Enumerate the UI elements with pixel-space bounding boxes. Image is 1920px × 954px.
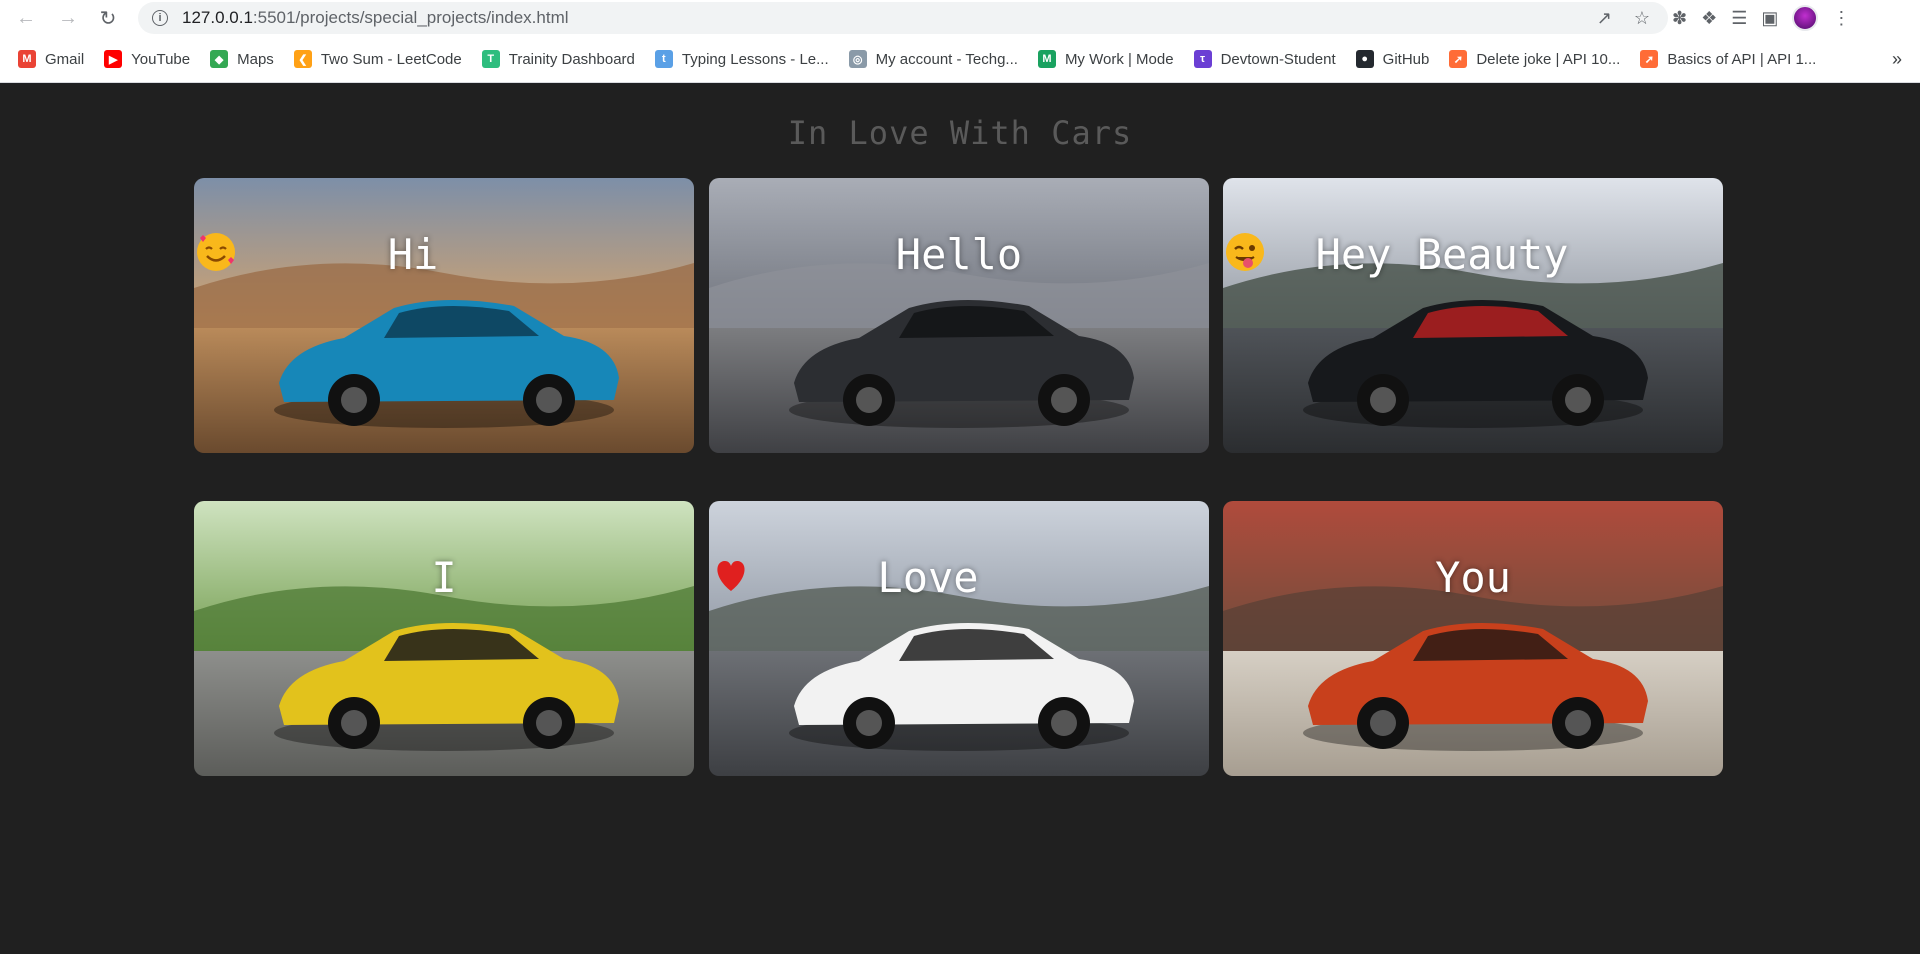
browser-toolbar: ← → ↻ i 127.0.0.1:5501/projects/special_… (0, 0, 1920, 36)
smiling-face-with-hearts-icon (197, 231, 500, 275)
reload-icon[interactable]: ↻ (92, 2, 124, 34)
side-panel-icon[interactable]: ▣ (1761, 8, 1778, 29)
car-photo (1223, 178, 1723, 453)
maps-icon: ◆ (210, 50, 229, 68)
bookmark-label: Maps (237, 50, 274, 68)
share-icon[interactable]: ↗ (1597, 8, 1612, 29)
bookmark-item[interactable]: M Gmail (18, 50, 84, 68)
bookmark-item[interactable]: ➚ Delete joke | API 10... (1449, 50, 1620, 68)
car-card[interactable]: Love (709, 501, 1209, 776)
media-control-icon[interactable]: ☰ (1731, 8, 1747, 29)
bookmark-label: Typing Lessons - Le... (681, 50, 829, 68)
card-caption-text: You (1435, 553, 1511, 602)
bug-extension-icon[interactable]: ✽ (1672, 8, 1687, 29)
winking-face-with-tongue-icon (1226, 231, 1630, 275)
card-caption: I (194, 553, 694, 602)
postman-icon: ➚ (1449, 50, 1468, 68)
leetcode-icon: ❮ (293, 50, 312, 68)
card-caption-text: Love (877, 553, 979, 602)
back-arrow-icon[interactable]: ← (10, 2, 42, 34)
bookmarks-bar: M Gmail ▶ YouTube ◆ Maps ❮ Two Sum - LeetCode T T… (0, 36, 1920, 83)
card-caption: Hello (709, 230, 1209, 279)
bookmarks-overflow-chevron-icon[interactable]: » (1892, 49, 1902, 70)
address-bar[interactable]: i 127.0.0.1:5501/projects/special_projec… (138, 2, 1668, 34)
profile-avatar[interactable] (1792, 5, 1819, 31)
card-caption-text: Hello (895, 230, 1023, 279)
github-icon: ● (1355, 50, 1374, 68)
car-card[interactable]: Hey Beauty (1223, 178, 1723, 453)
card-caption-text: Hi (387, 230, 439, 279)
car-card[interactable]: Hi (194, 178, 694, 453)
car-photo (1223, 501, 1723, 776)
card-caption: You (1223, 553, 1723, 602)
mode-icon: M (1037, 50, 1056, 68)
card-caption-text: I (431, 553, 457, 602)
bookmark-label: Devtown-Student (1220, 50, 1336, 68)
bookmark-label: My Work | Mode (1064, 50, 1174, 68)
car-card[interactable]: Hello (709, 178, 1209, 453)
typing-icon: t (654, 50, 673, 68)
card-caption: Hi (194, 230, 694, 279)
card-caption: Hey Beauty (1223, 230, 1723, 279)
car-photo (194, 501, 694, 776)
car-photo (709, 501, 1209, 776)
bookmark-label: Delete joke | API 10... (1476, 50, 1621, 68)
bookmark-label: My account - Techg... (875, 50, 1018, 68)
red-heart-icon (717, 554, 1041, 598)
page-viewport: In Love With Cars Hi Hello Hey Beauty I Love… (0, 84, 1920, 954)
bookmark-item[interactable]: T Trainity Dashboard (481, 50, 635, 68)
menu-kebab-icon[interactable]: ⋮ (1832, 8, 1850, 29)
extensions-puzzle-icon[interactable]: ❖ (1701, 8, 1717, 29)
bookmark-label: Basics of API | API 1... (1667, 50, 1817, 68)
bookmark-item[interactable]: ◎ My account - Techg... (848, 50, 1018, 68)
devtown-icon: τ (1193, 50, 1212, 68)
extensions-area: ✽ ❖ ☰ ▣ ⋮ (1672, 2, 1850, 34)
techgig-icon: ◎ (848, 50, 867, 68)
bookmark-item[interactable]: ● GitHub (1355, 50, 1430, 68)
car-photo (709, 178, 1209, 453)
bookmark-item[interactable]: τ Devtown-Student (1193, 50, 1336, 68)
url-host: 127.0.0.1 (182, 8, 253, 27)
bookmark-item[interactable]: ❮ Two Sum - LeetCode (293, 50, 462, 68)
bookmark-label: Gmail (45, 50, 85, 68)
car-card[interactable]: You (1223, 501, 1723, 776)
url-path: :5501/projects/special_projects/index.ht… (252, 8, 569, 27)
card-caption: Love (709, 553, 1209, 602)
youtube-icon: ▶ (104, 50, 123, 68)
bookmark-star-icon[interactable]: ☆ (1634, 8, 1650, 29)
bookmark-item[interactable]: ➚ Basics of API | API 1... (1640, 50, 1816, 68)
bookmark-item[interactable]: ▶ YouTube (104, 50, 190, 68)
bookmark-item[interactable]: ◆ Maps (210, 50, 274, 68)
bookmark-item[interactable]: t Typing Lessons - Le... (654, 50, 829, 68)
car-photo (194, 178, 694, 453)
car-card[interactable]: I (194, 501, 694, 776)
bookmark-label: GitHub (1382, 50, 1430, 68)
bookmark-label: Two Sum - LeetCode (320, 50, 462, 68)
forward-arrow-icon[interactable]: → (52, 2, 84, 34)
gmail-icon: M (18, 50, 36, 68)
site-info-icon[interactable]: i (152, 10, 168, 26)
bookmark-item[interactable]: M My Work | Mode (1037, 50, 1174, 68)
bookmark-label: Trainity Dashboard (508, 50, 635, 68)
bookmark-label: YouTube (131, 50, 191, 68)
postman-icon: ➚ (1640, 50, 1659, 68)
trainity-icon: T (481, 50, 500, 68)
card-caption-text: Hey Beauty (1315, 230, 1569, 279)
page-title: In Love With Cars (787, 114, 1133, 152)
